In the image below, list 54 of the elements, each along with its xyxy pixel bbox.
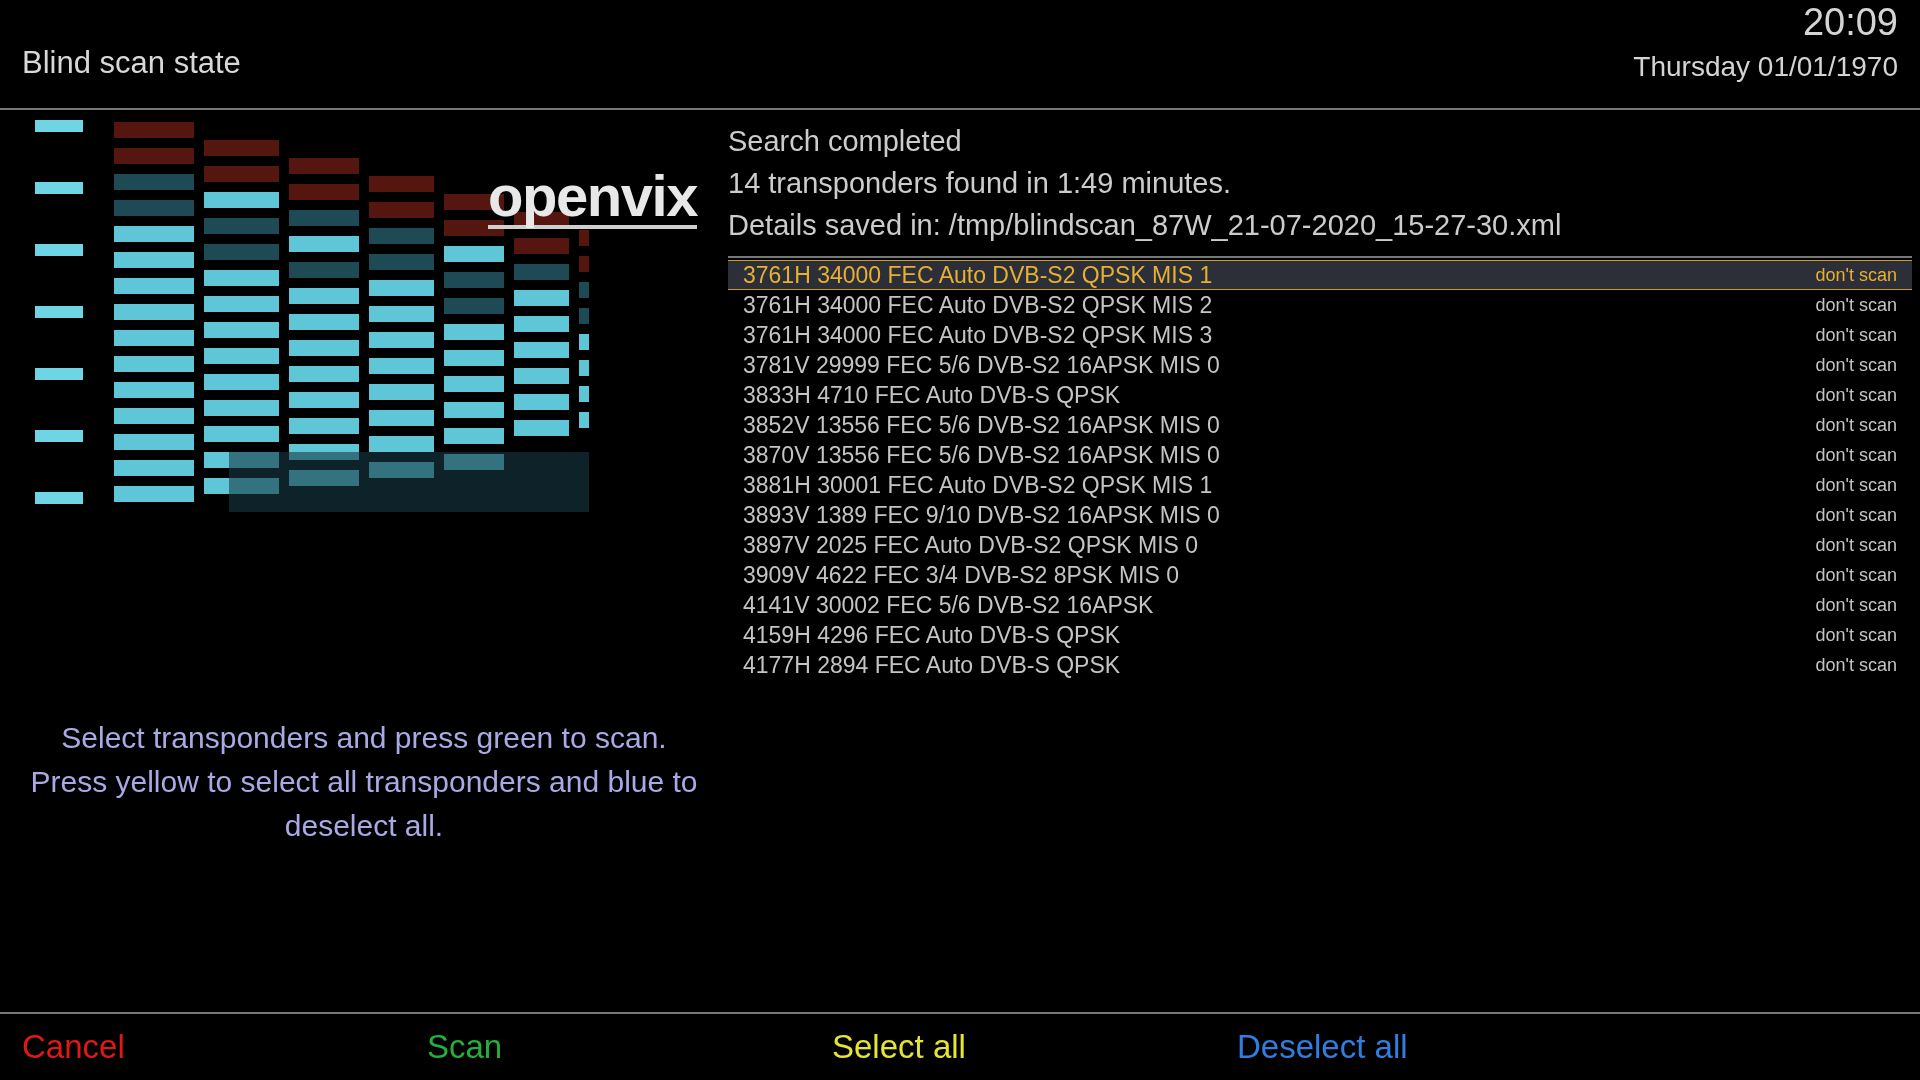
transponder-row[interactable]: 4177H 2894 FEC Auto DVB-S QPSK don't scan	[728, 650, 1912, 680]
scan-status: don't scan	[1815, 353, 1897, 377]
logo: openvix	[487, 167, 697, 229]
scan-status: don't scan	[1815, 473, 1897, 497]
scan-status: don't scan	[1815, 413, 1897, 437]
color-key-button[interactable]: Scan	[427, 1022, 832, 1072]
result-line: 14 transponders found in 1:49 minutes.	[728, 166, 1232, 201]
scan-status: don't scan	[1815, 623, 1897, 647]
transponder-label: 3870V 13556 FEC 5/6 DVB-S2 16APSK MIS 0	[743, 440, 1220, 470]
color-key-button[interactable]: Deselect all	[1237, 1022, 1642, 1072]
scan-status: don't scan	[1815, 263, 1897, 287]
transponder-label: 3909V 4622 FEC 3/4 DVB-S2 8PSK MIS 0	[743, 560, 1179, 590]
scan-status: don't scan	[1815, 533, 1897, 557]
scan-status: don't scan	[1815, 443, 1897, 467]
transponder-row[interactable]: 3881H 30001 FEC Auto DVB-S2 QPSK MIS 1 don't scan	[728, 470, 1912, 500]
scan-status: don't scan	[1815, 323, 1897, 347]
clock: 20:09	[1802, 0, 1898, 45]
scan-status: don't scan	[1815, 563, 1897, 587]
transponder-label: 3852V 13556 FEC 5/6 DVB-S2 16APSK MIS 0	[743, 410, 1220, 440]
transponder-label: 3881H 30001 FEC Auto DVB-S2 QPSK MIS 1	[743, 470, 1213, 500]
transponder-row[interactable]: 3909V 4622 FEC 3/4 DVB-S2 8PSK MIS 0 don't scan	[728, 560, 1912, 590]
result-line: Search completed	[728, 124, 963, 159]
scan-status: don't scan	[1815, 653, 1897, 677]
transponder-row[interactable]: 3852V 13556 FEC 5/6 DVB-S2 16APSK MIS 0 don't scan	[728, 410, 1912, 440]
transponder-label: 4177H 2894 FEC Auto DVB-S QPSK	[743, 650, 1121, 680]
transponder-row[interactable]: 3897V 2025 FEC Auto DVB-S2 QPSK MIS 0 don't scan	[728, 530, 1912, 560]
transponder-row[interactable]: 4159H 4296 FEC Auto DVB-S QPSK don't scan	[728, 620, 1912, 650]
transponder-row[interactable]: 3761H 34000 FEC Auto DVB-S2 QPSK MIS 1 don't scan	[728, 260, 1912, 290]
transponder-row[interactable]: 3761H 34000 FEC Auto DVB-S2 QPSK MIS 2 don't scan	[728, 290, 1912, 320]
transponder-row[interactable]: 4141V 30002 FEC 5/6 DVB-S2 16APSK don't scan	[728, 590, 1912, 620]
transponder-label: 3833H 4710 FEC Auto DVB-S QPSK	[743, 380, 1121, 410]
transponder-label: 3761H 34000 FEC Auto DVB-S2 QPSK MIS 2	[743, 290, 1213, 320]
transponder-label: 3761H 34000 FEC Auto DVB-S2 QPSK MIS 3	[743, 320, 1213, 350]
color-key-button[interactable]: Select all	[832, 1022, 1237, 1072]
scan-status: don't scan	[1815, 503, 1897, 527]
transponder-label: 3897V 2025 FEC Auto DVB-S2 QPSK MIS 0	[743, 530, 1199, 560]
scan-status: don't scan	[1815, 293, 1897, 317]
transponder-label: 4159H 4296 FEC Auto DVB-S QPSK	[743, 620, 1121, 650]
color-key-button[interactable]: Cancel	[22, 1022, 427, 1072]
help-text: Select transponders and press green to scan. Press yellow to select all transponders and blue to deselect all.	[29, 720, 699, 844]
transponder-label: 3761H 34000 FEC Auto DVB-S2 QPSK MIS 1	[743, 260, 1213, 290]
result-line: Details saved in: /tmp/blindscan_87W_21-07-2020_15-27-30.xml	[728, 208, 1563, 243]
scan-status: don't scan	[1815, 593, 1897, 617]
scan-status: don't scan	[1815, 383, 1897, 407]
transponder-row[interactable]: 3761H 34000 FEC Auto DVB-S2 QPSK MIS 3 don't scan	[728, 320, 1912, 350]
transponder-row[interactable]: 3870V 13556 FEC 5/6 DVB-S2 16APSK MIS 0 don't scan	[728, 440, 1912, 470]
transponder-row[interactable]: 3781V 29999 FEC 5/6 DVB-S2 16APSK MIS 0 don't scan	[728, 350, 1912, 380]
screen-title: Blind scan state	[22, 43, 241, 82]
date: Thursday 01/01/1970	[1633, 50, 1898, 84]
transponder-label: 3781V 29999 FEC 5/6 DVB-S2 16APSK MIS 0	[743, 350, 1220, 380]
transponder-row[interactable]: 3833H 4710 FEC Auto DVB-S QPSK don't scan	[728, 380, 1912, 410]
transponder-row[interactable]: 3893V 1389 FEC 9/10 DVB-S2 16APSK MIS 0 don't scan	[728, 500, 1912, 530]
transponder-label: 4141V 30002 FEC 5/6 DVB-S2 16APSK	[743, 590, 1154, 620]
transponder-label: 3893V 1389 FEC 9/10 DVB-S2 16APSK MIS 0	[743, 500, 1220, 530]
